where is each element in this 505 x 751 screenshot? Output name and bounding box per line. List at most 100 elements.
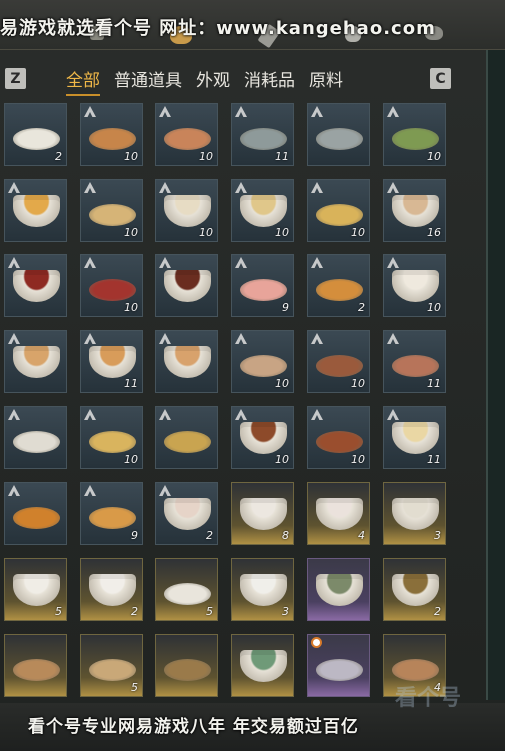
inventory-slot-spiced-pastry[interactable]: 10	[80, 103, 143, 166]
inventory-slot-seafood-plate[interactable]	[307, 103, 370, 166]
inventory-slot-sashimi-plate[interactable]: 9	[231, 254, 294, 317]
rank-icon	[8, 485, 20, 496]
inventory-slot-glutinous-ball[interactable]: 2	[155, 482, 218, 545]
item-count: 10	[275, 226, 289, 239]
inventory-slot-fried-pastries[interactable]	[4, 482, 67, 545]
fried-pastries-icon	[13, 507, 60, 529]
inventory-slot-egg-soup-bowl[interactable]	[4, 179, 67, 242]
inventory-slot-bamboo-slips[interactable]	[4, 634, 67, 697]
inventory-slot-steamed-buns[interactable]: 10	[155, 179, 218, 242]
inventory-slot-congee-bowl[interactable]: 16	[383, 179, 446, 242]
inventory-slot-red-bean-soup[interactable]	[4, 254, 67, 317]
item-count: 2	[206, 529, 213, 542]
white-bowl-icon	[13, 574, 60, 606]
inventory-slot-bronze-seal[interactable]: 2	[383, 558, 446, 621]
inventory-slot-stir-fry-noodles[interactable]	[155, 406, 218, 469]
rank-icon	[235, 106, 247, 117]
inventory-slot-braised-pork[interactable]: 10	[307, 406, 370, 469]
rank-icon	[387, 182, 399, 193]
inventory-slot-clear-soup[interactable]	[155, 330, 218, 393]
item-count: 10	[351, 377, 365, 390]
inventory-slot-sliced-meat-plate[interactable]: 10	[155, 103, 218, 166]
inventory-slot-lidded-bowl[interactable]: 2	[80, 558, 143, 621]
inventory-slot-dumpling-bowl[interactable]: 10	[383, 254, 446, 317]
inventory-slot-pork-stew-bowl[interactable]: 11	[383, 330, 446, 393]
inventory-slot-tea-cup[interactable]	[155, 254, 218, 317]
egg-soup-bowl-icon	[13, 195, 60, 227]
inventory-slot-noodle-bowl[interactable]: 10	[231, 179, 294, 242]
inventory-slot-shallow-dish[interactable]: 5	[155, 558, 218, 621]
inventory-slot-egg-noodles[interactable]: 10	[80, 406, 143, 469]
porcelain-bowl-flower-icon	[316, 498, 363, 530]
inventory-slot-porcelain-bowl-red[interactable]: 8	[231, 482, 294, 545]
inventory-slot-white-bowl[interactable]: 5	[4, 558, 67, 621]
tab-common-items[interactable]: 普通道具	[114, 66, 182, 91]
rank-icon	[387, 106, 399, 117]
steamed-buns-icon	[164, 195, 211, 227]
rank-icon	[84, 409, 96, 420]
inventory-slot-meatball-plate[interactable]: 10	[231, 330, 294, 393]
inventory-slot-tofu-pudding[interactable]: 11	[383, 406, 446, 469]
inventory-slot-porcelain-bowl-flower[interactable]: 4	[307, 482, 370, 545]
item-count: 10	[124, 150, 138, 163]
item-count: 16	[427, 226, 441, 239]
inventory-slot-clam-dish[interactable]: 11	[231, 103, 294, 166]
side-panel	[486, 50, 505, 700]
rank-icon	[8, 182, 20, 193]
red-bean-soup-icon	[13, 270, 60, 302]
seafood-plate-icon	[316, 128, 363, 150]
meatball-plate-icon	[240, 355, 287, 377]
prev-tab-key[interactable]: Z	[5, 68, 26, 89]
shallow-dish-icon	[164, 583, 211, 605]
inventory-slot-green-vase[interactable]	[307, 558, 370, 621]
inventory-slot-greens-plate[interactable]: 10	[383, 103, 446, 166]
inventory-slot-layered-cake[interactable]: 9	[80, 482, 143, 545]
inventory-slot-broth-bowl[interactable]: 11	[80, 330, 143, 393]
item-count: 2	[358, 301, 365, 314]
timer-icon	[311, 637, 322, 648]
clay-pot-stew-icon	[240, 422, 287, 454]
inventory-slot-token-card[interactable]	[307, 634, 370, 697]
item-count: 4	[358, 529, 365, 542]
inventory-slot-celadon-bowl[interactable]: 3	[383, 482, 446, 545]
item-count: 2	[55, 150, 62, 163]
sesame-flatbread-icon	[392, 659, 439, 681]
tab-consumables[interactable]: 消耗品	[244, 66, 295, 91]
tab-appearance[interactable]: 外观	[196, 66, 230, 91]
sashimi-plate-icon	[240, 279, 287, 301]
inventory-slot-paper-scroll[interactable]: 5	[80, 634, 143, 697]
inventory-slot-fried-noodles[interactable]: 10	[307, 179, 370, 242]
lidded-bowl-icon	[89, 574, 136, 606]
sliced-meat-plate-icon	[164, 128, 211, 150]
inventory-slot-roast-duck-slices[interactable]: 10	[307, 330, 370, 393]
braised-dish-icon	[89, 279, 136, 301]
inventory-slot-braised-dish[interactable]: 10	[80, 254, 143, 317]
spiced-pastry-icon	[89, 128, 136, 150]
item-count: 5	[131, 681, 138, 694]
watermark-logo-icon: 看个号	[395, 686, 462, 711]
dumpling-bowl-icon	[392, 270, 439, 302]
item-count: 10	[351, 226, 365, 239]
inventory-slot-celadon-teapot[interactable]	[231, 634, 294, 697]
tab-all[interactable]: 全部	[66, 66, 100, 96]
rank-icon	[311, 182, 323, 193]
token-card-icon	[316, 659, 363, 681]
clear-soup-icon	[164, 346, 211, 378]
inventory-slot-pancake-stack[interactable]: 10	[80, 179, 143, 242]
inventory-slot-rice-porridge[interactable]	[4, 406, 67, 469]
rank-icon	[235, 409, 247, 420]
inventory-slot-wonton-soup[interactable]	[4, 330, 67, 393]
inventory-window: 易游戏就选看个号 网址：www.kangehao.com Z 全部 普通道具 外…	[0, 0, 505, 751]
inventory-slot-wooden-frame[interactable]	[155, 634, 218, 697]
item-count: 10	[199, 150, 213, 163]
item-count: 9	[282, 301, 289, 314]
inventory-slot-blue-rim-bowl[interactable]: 3	[231, 558, 294, 621]
noodle-bowl-icon	[240, 195, 287, 227]
tab-materials[interactable]: 原料	[309, 66, 343, 91]
rank-icon	[8, 333, 20, 344]
inventory-slot-clay-pot-stew[interactable]: 10	[231, 406, 294, 469]
inventory-slot-rice-dumplings[interactable]: 2	[4, 103, 67, 166]
inventory-slot-fried-rice[interactable]: 2	[307, 254, 370, 317]
item-count: 10	[124, 301, 138, 314]
next-tab-key[interactable]: C	[430, 68, 451, 89]
